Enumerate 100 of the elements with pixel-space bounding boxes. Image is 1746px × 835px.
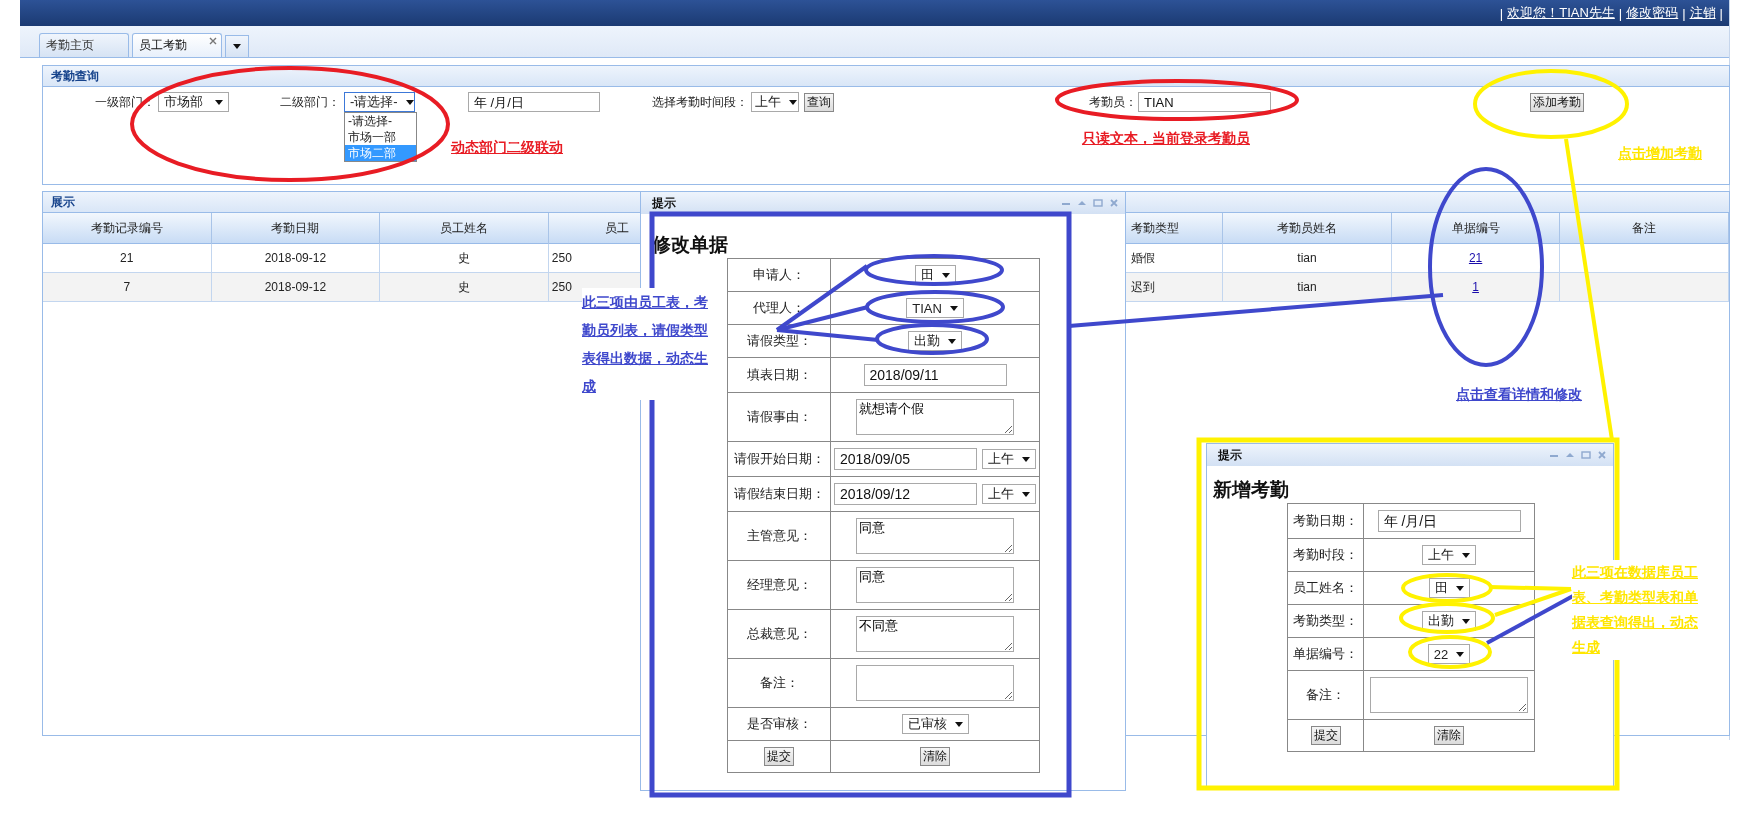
annotation-note: 点击增加考勤 [1618,145,1702,163]
textarea-field[interactable] [856,665,1014,701]
close-icon[interactable] [1597,450,1607,460]
field-label: 经理意见： [746,577,812,592]
select-field[interactable]: 上午 [751,92,799,112]
select-field[interactable]: TIAN [906,298,964,318]
select-field[interactable]: 22 [1427,644,1471,664]
field-label: 选择考勤时间段： [652,93,748,111]
collapse-icon[interactable] [1077,198,1087,208]
field-label: 考勤日期： [1293,513,1358,528]
dropdown-option[interactable]: -请选择- [345,113,416,129]
caret-icon [215,99,223,105]
field-label: 员工姓名： [1293,580,1358,595]
caret-icon [789,99,797,105]
field-label: 请假开始日期： [733,451,825,466]
dialog-heading: 新增考勤 [1213,479,1290,501]
record-link[interactable]: 1 [1472,280,1479,294]
clerk-field[interactable]: TIAN [1138,92,1271,112]
record-link[interactable]: 21 [1468,251,1483,265]
field-label: 备注： [1306,687,1345,702]
maximize-icon[interactable] [1581,450,1591,460]
column-header: 考勤记录编号 [43,213,212,244]
caret-icon [954,721,963,727]
annotation-note: 动态部门二级联动 [451,139,563,157]
textarea-field[interactable]: 同意 [856,567,1014,603]
field-label: 二级部门： [280,93,340,111]
search-button[interactable]: 查询 [804,92,834,112]
field-label: 填表日期： [746,367,812,382]
maximize-icon[interactable] [1093,198,1103,208]
submit-button[interactable]: 提交 [764,747,794,766]
column-header: 员工姓名 [380,213,549,244]
table-cell: 史 [380,273,549,302]
annotation-note: 点击查看详情和修改 [1456,386,1582,404]
tab[interactable]: 考勤主页 [39,33,129,57]
field-label: 代理人： [753,300,805,315]
caret-icon [1022,491,1030,497]
column-header: 单据编号 [1391,213,1561,244]
caret-icon [1455,585,1464,591]
table-cell: tian [1223,273,1392,302]
field-label: 请假结束日期： [733,486,825,501]
select-field[interactable]: 已审核 [901,714,969,734]
link-separator: | [1499,5,1504,21]
header-link[interactable]: 欢迎您！TIAN先生 [1507,4,1615,22]
caret-icon [1462,618,1470,624]
tab-menu-button[interactable] [225,35,249,57]
field-label: 考勤时段： [1293,547,1358,562]
field-label: 申请人： [753,267,805,282]
close-icon[interactable] [1109,198,1119,208]
date-field[interactable]: 2018/09/12 [834,483,977,505]
panel-title: 考勤查询 [43,66,1729,87]
caret-icon [405,99,414,105]
textarea-field[interactable] [1370,677,1528,713]
column-header: 考勤日期 [211,213,381,244]
select-field[interactable]: 上午 [982,449,1036,469]
collapse-icon[interactable] [1565,450,1575,460]
link-separator: | [1719,5,1723,21]
submit-button[interactable]: 提交 [1310,726,1341,745]
annotation-note: 只读文本，当前登录考勤员 [1082,130,1250,148]
field-label: 主管意见： [746,528,812,543]
table-cell: 7 [43,273,212,302]
column-header: 考勤员姓名 [1223,213,1392,244]
select-field[interactable]: 出勤 [908,331,962,351]
field-label: 请假事由： [746,409,812,424]
header-link[interactable]: 注销 [1689,4,1716,22]
tab[interactable]: 员工考勤 [132,33,222,57]
select-field[interactable]: 田 [1428,578,1470,598]
textarea-field[interactable]: 不同意 [856,616,1014,652]
input-field[interactable]: 2018/09/11 [863,364,1007,386]
add-button[interactable]: 添加考勤 [1530,92,1584,112]
input-field[interactable]: 年 /月/日 [1377,510,1521,532]
dropdown-option[interactable]: 市场一部 [345,129,416,145]
field-label: 单据编号： [1293,646,1358,661]
select-field[interactable]: 上午 [982,484,1036,504]
link-separator: | [1618,5,1623,21]
textarea-field[interactable]: 同意 [856,518,1014,554]
caret-icon [949,305,958,311]
date-field[interactable]: 2018/09/05 [834,448,977,470]
close-icon[interactable] [209,37,217,45]
caret-icon [1456,651,1465,657]
textarea-field[interactable]: 就想请个假 [856,399,1014,435]
select-field[interactable]: -请选择- [344,92,415,112]
dialog-title: 提示 [652,194,676,212]
caret-icon [233,44,241,49]
select-field[interactable]: 市场部 [158,92,229,112]
field-label: 考勤类型： [1293,613,1358,628]
field-label: 总裁意见： [746,626,812,641]
field-label: 备注： [759,675,799,690]
dialog-title: 提示 [1218,446,1242,464]
column-header: 备注 [1560,213,1729,244]
select-field[interactable]: 出勤 [1422,611,1476,631]
caret-icon [941,272,950,278]
clear-button[interactable]: 清除 [1434,726,1464,745]
header-link[interactable]: 修改密码 [1626,4,1679,22]
select-field[interactable]: 上午 [1422,545,1476,565]
clear-button[interactable]: 清除 [920,747,950,766]
caret-icon [1022,456,1030,462]
link-separator: | [1682,5,1686,21]
caret-icon [1462,552,1470,558]
date-field[interactable]: 年 /月/日 [468,92,600,112]
field-label: 请假类型： [746,333,812,348]
